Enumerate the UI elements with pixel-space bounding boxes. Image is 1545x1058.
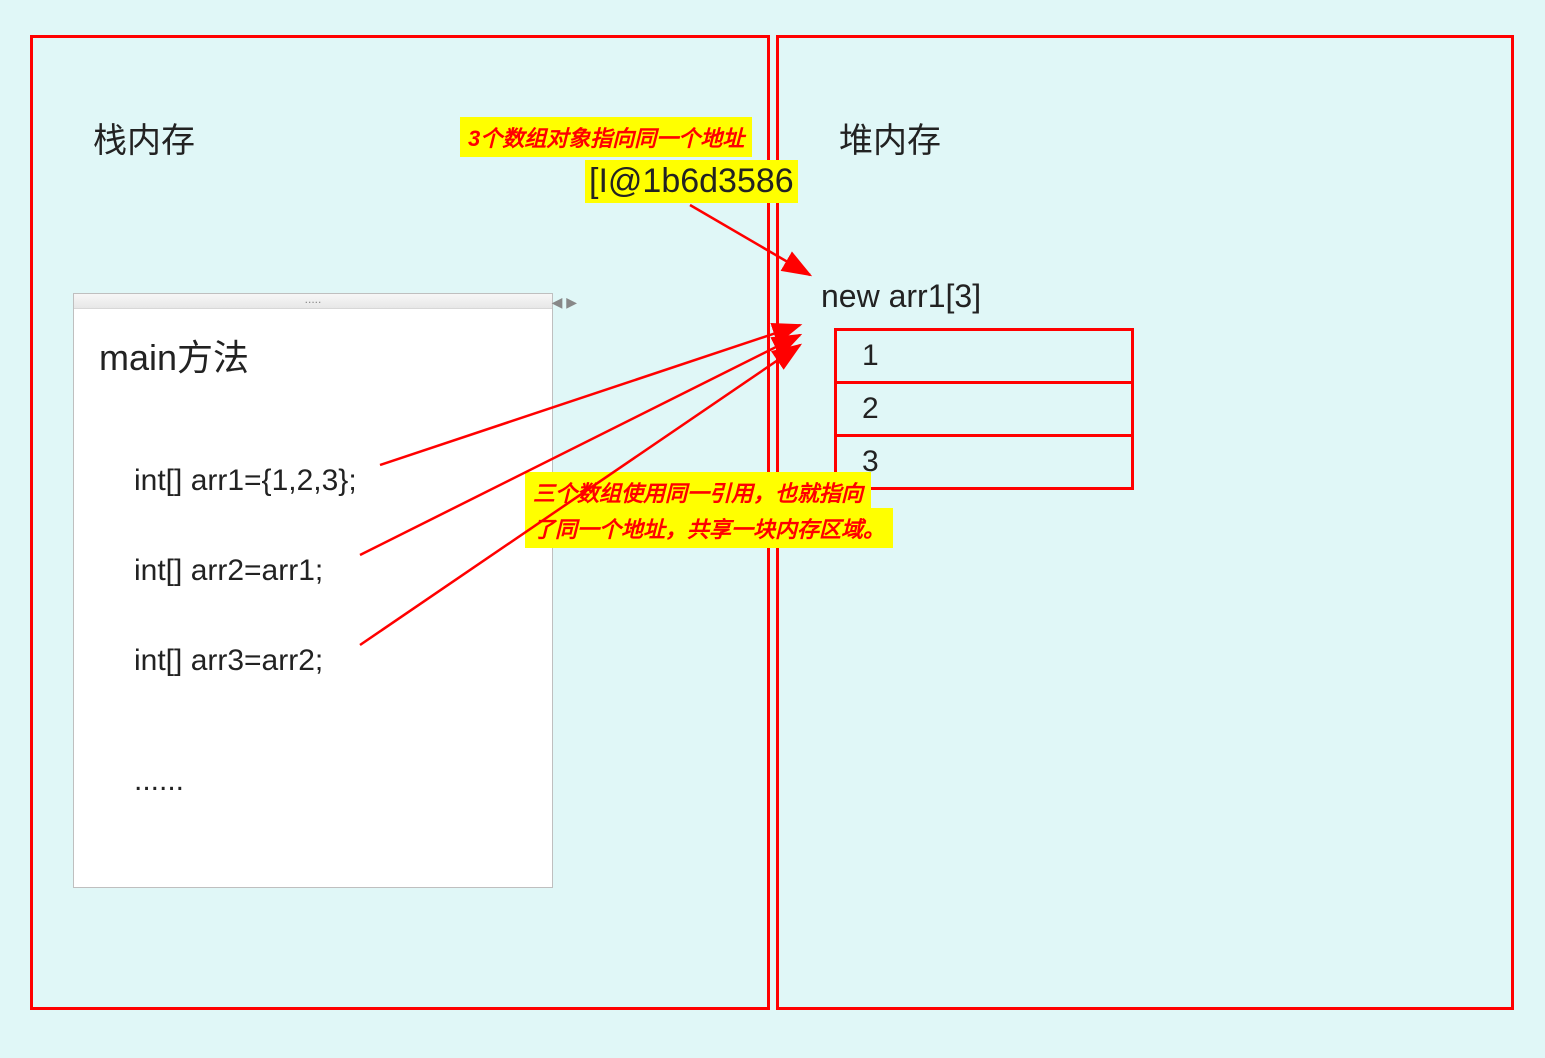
window-titlebar: ..... — [74, 294, 552, 309]
annotation-shared-ref-2: 了同一个地址，共享一块内存区域。 — [525, 508, 893, 548]
code-line-ellipsis: ...... — [134, 764, 184, 798]
array-cell-1: 2 — [834, 381, 1134, 437]
annotation-shared-ref-1: 三个数组使用同一引用，也就指向 — [525, 472, 871, 512]
array-cell-2: 3 — [834, 434, 1134, 490]
code-line-arr3: int[] arr3=arr2; — [134, 644, 323, 678]
heap-title: 堆内存 — [839, 113, 941, 162]
scroll-arrows-icon: ◀ ▶ — [552, 294, 577, 311]
main-method-window: ..... ◀ ▶ main方法 int[] arr1={1,2,3}; int… — [73, 293, 553, 888]
main-method-label: main方法 — [99, 329, 249, 381]
code-line-arr2: int[] arr2=arr1; — [134, 554, 323, 588]
memory-address-label: [I@1b6d3586 — [585, 160, 798, 203]
code-line-arr1: int[] arr1={1,2,3}; — [134, 464, 357, 498]
array-object: 1 2 3 — [834, 328, 1134, 490]
array-cell-0: 1 — [834, 328, 1134, 384]
annotation-same-address: 3个数组对象指向同一个地址 — [460, 117, 752, 157]
stack-title: 栈内存 — [93, 113, 195, 162]
new-array-label: new arr1[3] — [821, 278, 981, 315]
